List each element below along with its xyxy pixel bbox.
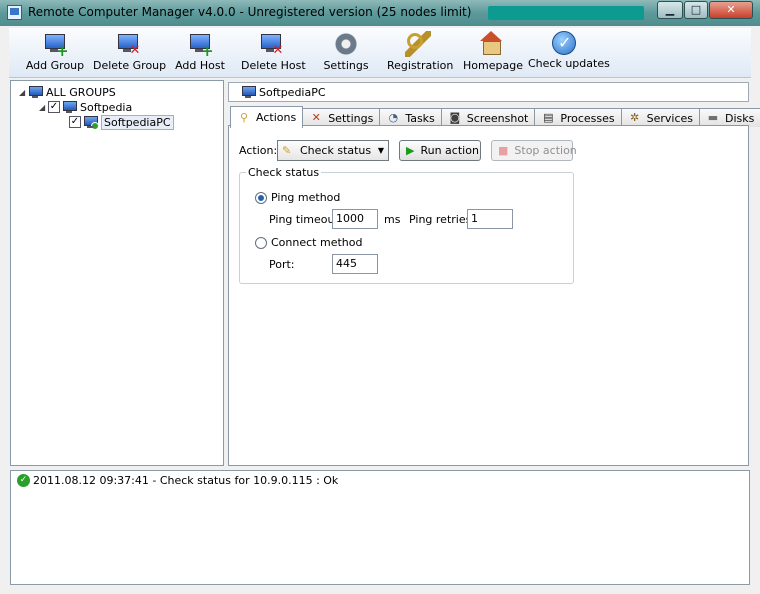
tab-label: Processes <box>560 111 615 125</box>
app-icon <box>7 5 22 20</box>
tab-label: Services <box>646 111 693 125</box>
camera-icon: ◙ <box>449 111 461 124</box>
settings-button[interactable]: Settings <box>321 30 371 76</box>
stop-action-label: Stop action <box>514 144 577 157</box>
host-header: SoftpediaPC <box>228 82 749 102</box>
run-action-label: Run action <box>420 144 479 157</box>
ping-timeout-input[interactable]: 1000 <box>332 209 378 229</box>
tree-item-host[interactable]: ✓ SoftpediaPC <box>69 114 174 130</box>
close-button[interactable]: ✕ <box>709 1 753 19</box>
host-checkbox[interactable]: ✓ <box>69 116 81 128</box>
group-checkbox[interactable]: ✓ <box>48 101 60 113</box>
tree-label-root: ALL GROUPS <box>46 85 116 99</box>
group-tree: ◢ ALL GROUPS ◢ ✓ Softpedia ✓ SoftpediaPC <box>10 80 224 466</box>
tree-label-host: SoftpediaPC <box>101 114 174 130</box>
delete-host-icon: ✕ <box>258 31 284 57</box>
group-title: Check status <box>246 166 322 179</box>
app-window: Remote Computer Manager v4.0.0 - Unregis… <box>0 0 760 594</box>
delete-group-icon: ✕ <box>115 31 141 57</box>
add-group-icon: + <box>42 31 69 59</box>
settings-label: Settings <box>323 59 369 72</box>
tab-label: Disks <box>725 111 755 125</box>
ping-method-label: Ping method <box>271 191 341 204</box>
host-online-icon <box>83 116 99 130</box>
tab-label: Settings <box>328 111 374 125</box>
delete-host-button[interactable]: ✕ Delete Host <box>241 30 306 76</box>
ms-unit-label: ms <box>384 213 401 226</box>
port-input[interactable]: 445 <box>332 254 378 274</box>
delete-group-button[interactable]: ✕ Delete Group <box>93 30 167 76</box>
gear-icon <box>333 31 359 57</box>
network-icon <box>28 86 43 98</box>
window-title: Remote Computer Manager v4.0.0 - Unregis… <box>28 5 472 19</box>
tree-label-group: Softpedia <box>80 100 133 114</box>
add-host-button[interactable]: + Add Host <box>174 30 226 76</box>
stopwatch-icon: ◔ <box>388 111 399 124</box>
actions-tab-content: Action: ✎ Check status ▼ ▶ Run action ■ … <box>228 125 749 466</box>
log-panel: ✓ 2011.08.12 09:37:41 - Check status for… <box>10 470 750 585</box>
tree-item-group[interactable]: ◢ ✓ Softpedia <box>39 99 132 115</box>
host-computer-icon <box>241 86 256 98</box>
maximize-button[interactable]: □ <box>684 1 708 19</box>
tab-label: Actions <box>256 111 297 124</box>
chevron-down-icon: ▼ <box>377 146 385 155</box>
tab-actions[interactable]: ⚲ Actions <box>230 106 304 128</box>
stop-action-button[interactable]: ■ Stop action <box>491 140 577 161</box>
run-action-button[interactable]: ▶ Run action <box>399 140 481 161</box>
tab-bar: ⚲ Actions ✕ Settings ◔ Tasks ◙ Screensho… <box>230 106 760 128</box>
delete-host-label: Delete Host <box>241 59 306 72</box>
ping-retries-input[interactable]: 1 <box>467 209 513 229</box>
key-icon <box>405 31 431 57</box>
log-entry-text: 2011.08.12 09:37:41 - Check status for 1… <box>33 474 339 487</box>
disk-icon: ▬ <box>707 111 719 124</box>
action-label: Action: <box>239 144 278 157</box>
ping-method-radio[interactable]: Ping method <box>255 191 340 204</box>
minimize-button[interactable]: ▁ <box>657 1 683 19</box>
gears-icon: ✲ <box>630 111 640 124</box>
wrench-icon: ✎ <box>282 143 292 157</box>
action-select-value: Check status <box>300 144 372 157</box>
registration-label: Registration <box>387 59 454 72</box>
ok-check-icon: ✓ <box>17 474 30 487</box>
connect-method-label: Connect method <box>271 236 363 249</box>
delete-group-label: Delete Group <box>93 59 167 72</box>
registration-button[interactable]: Registration <box>387 30 454 76</box>
tools-icon: ✕ <box>311 111 321 124</box>
stop-icon: ■ <box>498 144 509 157</box>
radio-selected-icon <box>255 191 267 204</box>
add-host-label: Add Host <box>175 59 225 72</box>
add-group-button[interactable]: + Add Group <box>25 30 85 76</box>
house-icon <box>478 31 504 57</box>
homepage-button[interactable]: Homepage <box>463 30 523 76</box>
expand-arrow-icon[interactable]: ◢ <box>39 103 48 112</box>
radio-unselected-icon <box>255 236 267 249</box>
add-host-icon: + <box>187 31 214 59</box>
tab-label: Screenshot <box>466 111 529 125</box>
connect-method-radio[interactable]: Connect method <box>255 236 362 249</box>
log-entry: ✓ 2011.08.12 09:37:41 - Check status for… <box>17 474 338 487</box>
title-bar: Remote Computer Manager v4.0.0 - Unregis… <box>0 0 760 26</box>
homepage-label: Homepage <box>463 59 523 72</box>
check-updates-icon <box>552 31 576 55</box>
add-group-label: Add Group <box>25 59 85 72</box>
check-status-group: Check status Ping method Ping timeout: 1… <box>239 166 574 284</box>
terminal-icon: ▤ <box>543 111 554 124</box>
wrench-icon: ⚲ <box>239 110 249 124</box>
toolbar: + Add Group ✕ Delete Group + Add Host ✕ … <box>9 28 751 78</box>
port-label: Port: <box>269 258 295 271</box>
check-updates-button[interactable]: Check updates <box>528 30 610 76</box>
action-select[interactable]: ✎ Check status ▼ <box>277 140 389 161</box>
tree-item-all-groups[interactable]: ◢ ALL GROUPS <box>19 84 116 100</box>
tab-label: Tasks <box>405 111 435 125</box>
host-panel: SoftpediaPC ⚲ Actions ✕ Settings ◔ Tasks… <box>228 80 760 466</box>
expand-arrow-icon[interactable]: ◢ <box>19 88 28 97</box>
play-icon: ▶ <box>406 144 415 157</box>
group-computer-icon <box>62 101 77 113</box>
check-updates-label: Check updates <box>528 57 610 70</box>
ping-retries-label: Ping retries: <box>409 213 476 226</box>
titlebar-overlay <box>488 6 644 20</box>
host-header-label: SoftpediaPC <box>259 85 326 99</box>
